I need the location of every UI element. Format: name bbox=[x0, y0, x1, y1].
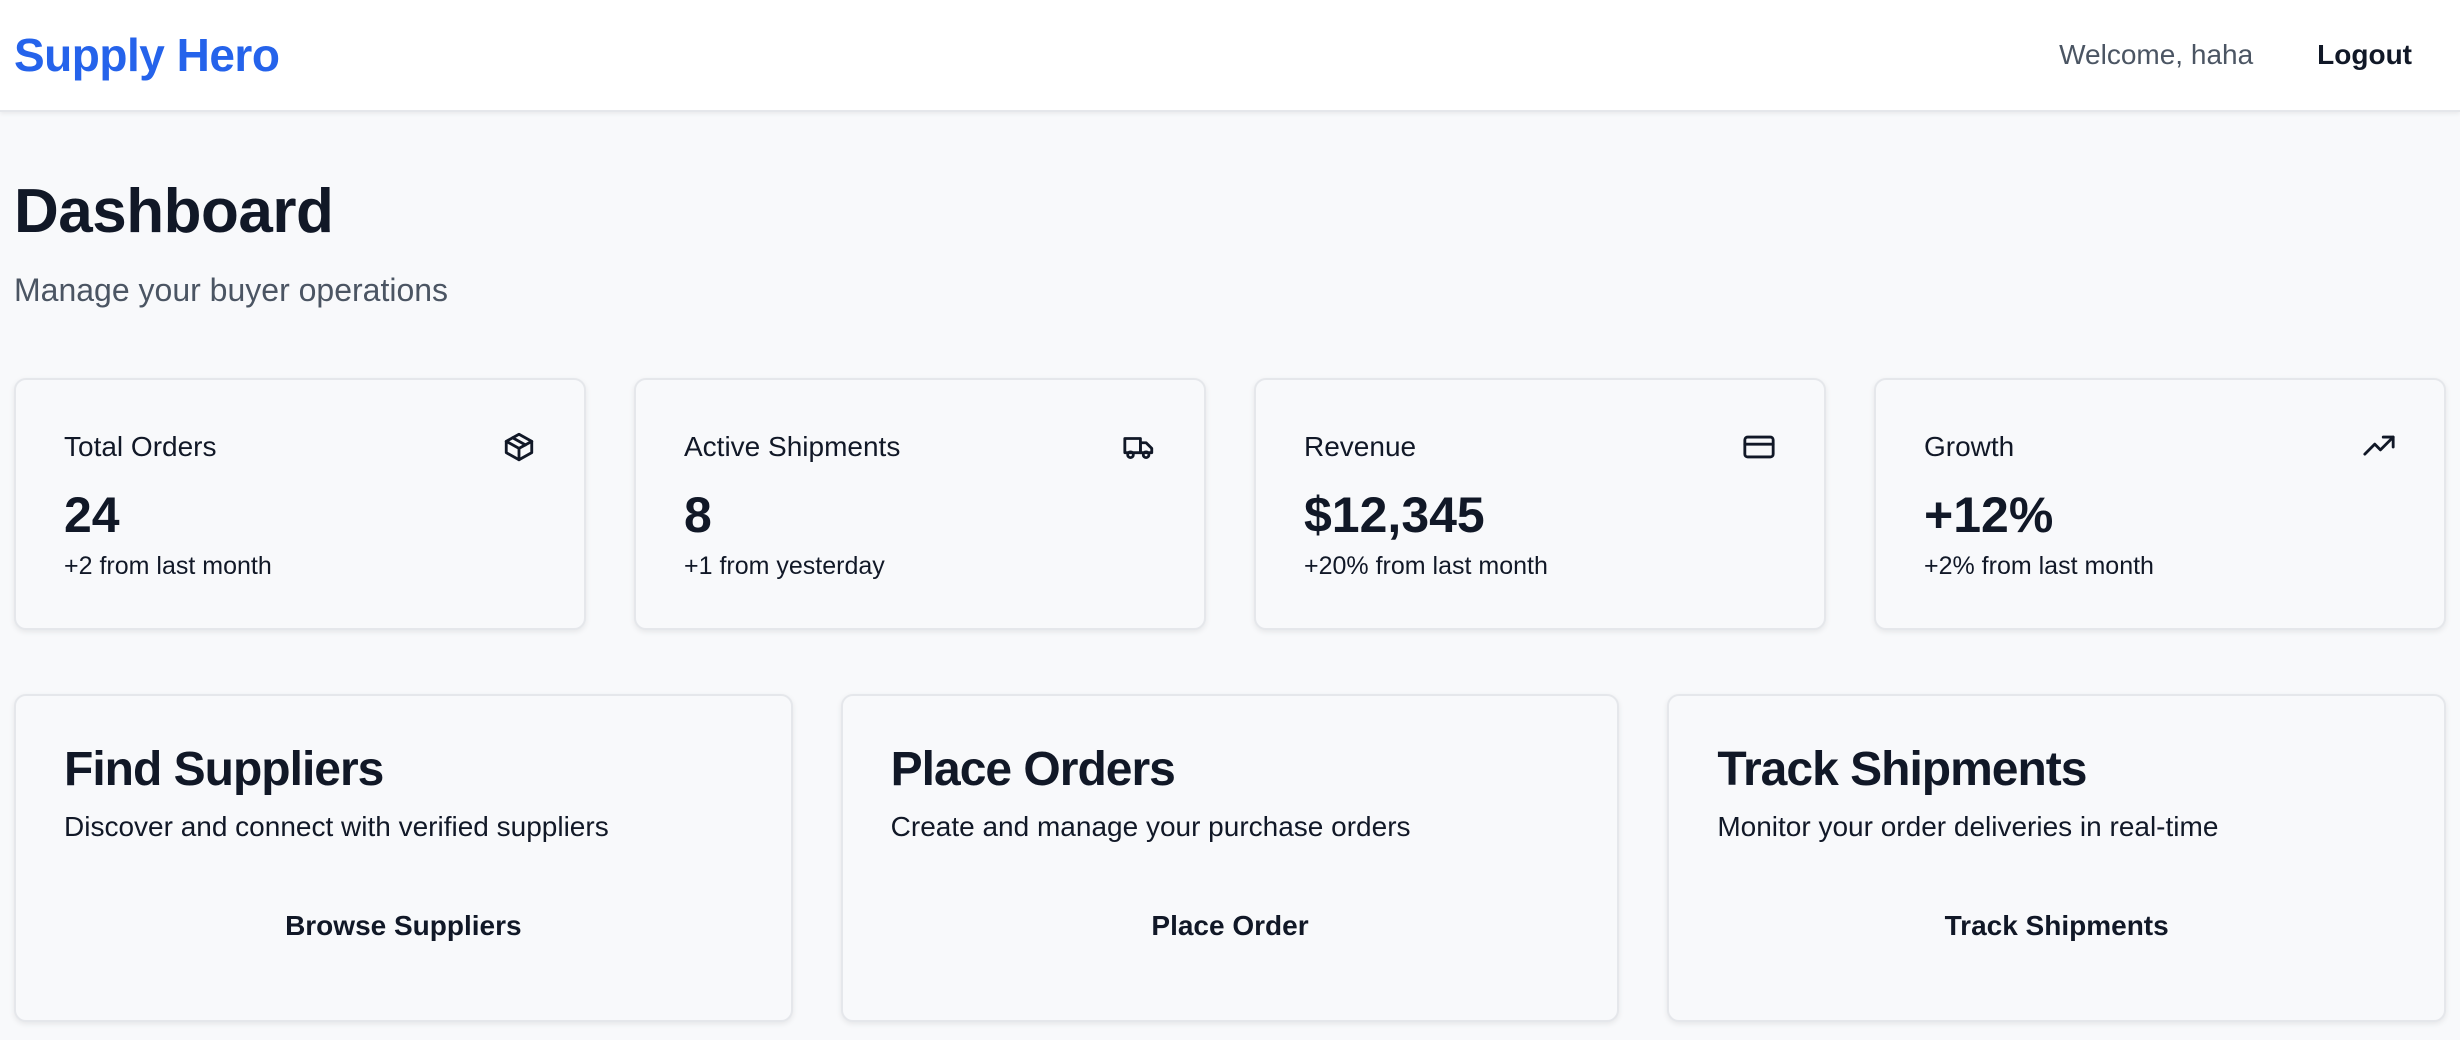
stat-card-total-orders: Total Orders 24 +2 from last month bbox=[14, 378, 586, 630]
stat-label: Growth bbox=[1924, 431, 2015, 462]
top-navbar: Supply Hero Welcome, haha Logout bbox=[0, 0, 2460, 112]
user-menu: Welcome, haha Logout bbox=[2059, 39, 2446, 71]
action-card-place-orders: Place Orders Create and manage your purc… bbox=[840, 694, 1620, 1022]
action-description: Monitor your order deliveries in real-ti… bbox=[1717, 811, 2219, 842]
action-card-track-shipments: Track Shipments Monitor your order deliv… bbox=[1667, 694, 2446, 1022]
stat-value: 24 bbox=[64, 487, 120, 543]
stat-change: +2% from last month bbox=[1924, 552, 2154, 580]
action-title: Track Shipments bbox=[1717, 743, 2087, 796]
stat-value: 8 bbox=[684, 487, 712, 543]
stat-value: +12% bbox=[1924, 487, 2054, 543]
action-card-find-suppliers: Find Suppliers Discover and connect with… bbox=[14, 694, 793, 1022]
quick-actions-grid: Find Suppliers Discover and connect with… bbox=[14, 694, 2446, 1022]
welcome-text: Welcome, haha bbox=[2059, 39, 2254, 70]
action-description: Discover and connect with verified suppl… bbox=[64, 811, 609, 842]
stat-change: +2 from last month bbox=[64, 552, 272, 580]
brand-logo[interactable]: Supply Hero bbox=[14, 28, 280, 82]
page-subtitle: Manage your buyer operations bbox=[14, 272, 449, 308]
action-description: Create and manage your purchase orders bbox=[890, 811, 1411, 842]
stat-change: +20% from last month bbox=[1304, 552, 1548, 580]
track-shipments-button[interactable]: Track Shipments bbox=[1669, 896, 2444, 956]
stat-card-active-shipments: Active Shipments 8 +1 from yesterday bbox=[634, 378, 1206, 630]
stat-value: $12,345 bbox=[1304, 487, 1485, 543]
stat-label: Revenue bbox=[1304, 431, 1417, 462]
stat-card-growth: Growth +12% +2% from last month bbox=[1874, 378, 2446, 630]
page-title: Dashboard bbox=[14, 177, 334, 246]
place-order-button[interactable]: Place Order bbox=[843, 896, 1618, 956]
stat-change: +1 from yesterday bbox=[684, 552, 885, 580]
stat-card-revenue: Revenue $12,345 +20% from last month bbox=[1254, 378, 1826, 630]
truck-icon bbox=[1122, 430, 1156, 464]
package-icon bbox=[502, 430, 536, 464]
action-title: Find Suppliers bbox=[64, 743, 384, 796]
logout-button[interactable]: Logout bbox=[2317, 39, 2412, 71]
action-title: Place Orders bbox=[890, 743, 1176, 796]
credit-card-icon bbox=[1742, 430, 1776, 464]
browse-suppliers-button[interactable]: Browse Suppliers bbox=[16, 896, 791, 956]
stat-label: Total Orders bbox=[64, 431, 217, 462]
stats-grid: Total Orders 24 +2 from last month Activ… bbox=[14, 378, 2446, 630]
trending-up-icon bbox=[2362, 430, 2396, 464]
stat-label: Active Shipments bbox=[684, 431, 901, 462]
